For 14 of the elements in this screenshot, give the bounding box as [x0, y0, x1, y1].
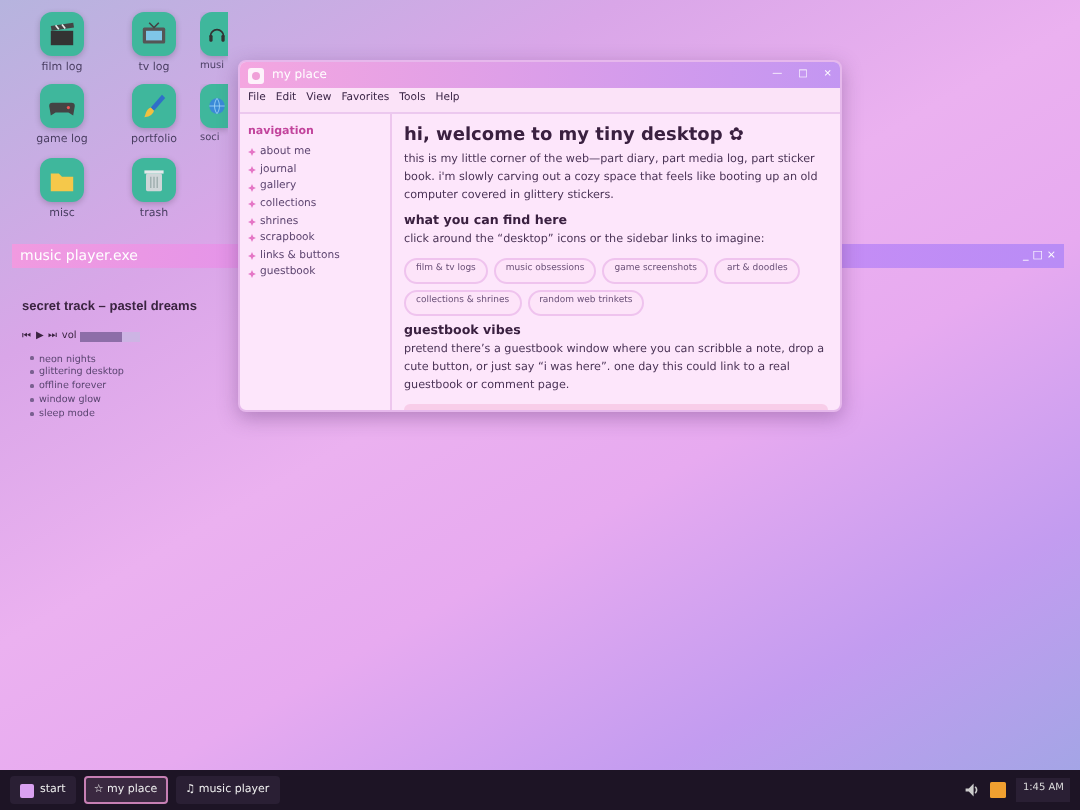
page-heading: hi, welcome to my tiny desktop ✿ [404, 125, 746, 148]
tv-icon [138, 18, 170, 50]
app-tile[interactable] [200, 84, 228, 129]
app-tile[interactable] [40, 12, 84, 56]
app-tile[interactable] [40, 84, 84, 129]
flower-icon [248, 67, 264, 83]
film-clapper-icon [46, 18, 78, 50]
app-tile[interactable] [40, 157, 84, 201]
speaker-icon[interactable] [964, 782, 981, 798]
app-tile[interactable] [132, 12, 176, 56]
volume-slider[interactable] [80, 332, 141, 343]
app-tile[interactable] [132, 157, 176, 201]
app-tile[interactable] [200, 12, 228, 56]
app-tile[interactable] [132, 84, 176, 129]
